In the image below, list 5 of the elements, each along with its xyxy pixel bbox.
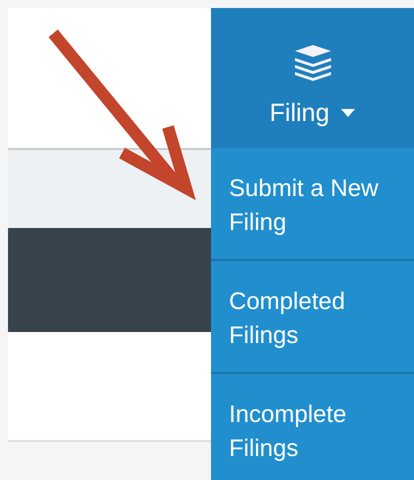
caret-icon xyxy=(341,109,356,117)
menu-item[interactable]: Incomplete Filings xyxy=(211,374,414,480)
filing-nav-button[interactable]: Filing xyxy=(211,8,414,148)
menu-item[interactable]: Completed Filings xyxy=(211,261,414,374)
menu-item[interactable]: Submit a New Filing xyxy=(211,148,414,261)
